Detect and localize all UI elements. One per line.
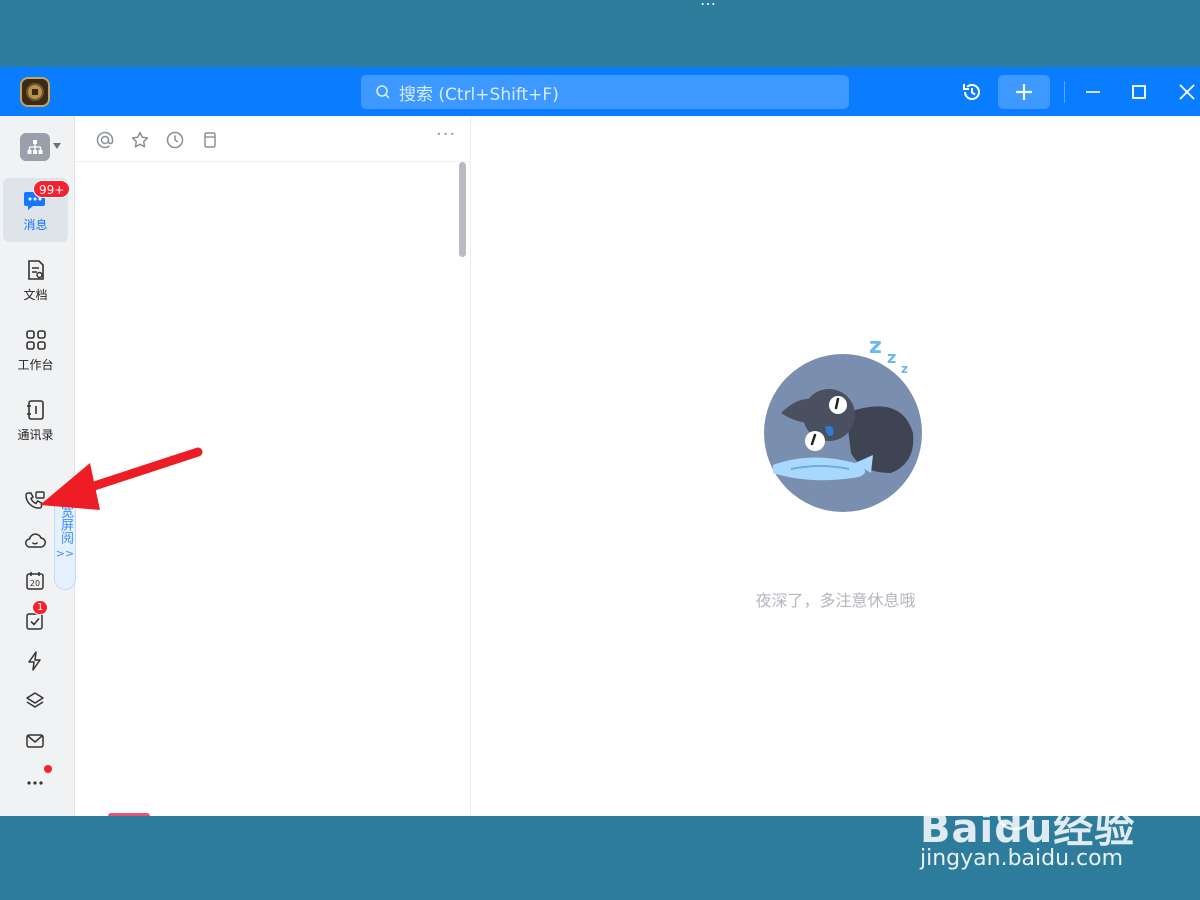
address-book-icon xyxy=(26,399,44,420)
left-sidebar: 消息 99+ 文档 工作台 通讯录 20 1 宽屏阅 >> xyxy=(0,116,76,816)
at-icon[interactable] xyxy=(94,129,116,151)
search-input[interactable]: 搜索 (Ctrl+Shift+F) xyxy=(361,75,849,109)
phone-video-icon[interactable] xyxy=(22,488,48,514)
sidebar-item-label: 通讯录 xyxy=(17,427,54,442)
title-bar: 搜索 (Ctrl+Shift+F) xyxy=(0,67,1200,116)
sidebar-item-workbench[interactable]: 工作台 xyxy=(3,318,68,382)
app-window: 搜索 (Ctrl+Shift+F) 消息 99+ 文档 工作台 通讯录 20 1… xyxy=(0,67,1200,819)
org-chart-icon xyxy=(27,140,43,154)
maximize-icon[interactable] xyxy=(1126,79,1152,105)
wide-tab-text: 宽屏阅 xyxy=(58,505,73,544)
calendar-icon[interactable]: 20 xyxy=(22,568,48,594)
sidebar-item-label: 文档 xyxy=(23,287,48,302)
more-options-button[interactable]: ··· xyxy=(436,124,456,145)
plus-icon xyxy=(1016,84,1032,100)
baidu-watermark: Baidu经验 jingyan.baidu.com xyxy=(920,770,1150,890)
app-logo-icon[interactable] xyxy=(20,77,50,107)
conversation-list-panel: ··· xyxy=(76,116,471,819)
close-icon[interactable] xyxy=(1174,79,1200,105)
sidebar-item-docs[interactable]: 文档 xyxy=(3,248,68,312)
svg-text:z: z xyxy=(887,348,896,367)
bookmark-icon[interactable] xyxy=(199,129,221,151)
list-toolbar: ··· xyxy=(76,116,471,162)
search-placeholder: 搜索 (Ctrl+Shift+F) xyxy=(399,84,559,105)
mail-icon[interactable] xyxy=(22,728,48,754)
titlebar-separator xyxy=(1064,81,1065,103)
widescreen-reading-toggle[interactable]: 宽屏阅 >> xyxy=(54,496,76,590)
main-content: z z z 夜深了，多注意休息哦 xyxy=(471,116,1200,816)
sidebar-item-contacts[interactable]: 通讯录 xyxy=(3,388,68,452)
sidebar-item-messages[interactable]: 消息 99+ xyxy=(3,178,71,242)
history-icon[interactable] xyxy=(959,79,985,105)
empty-state-text: 夜深了，多注意休息哦 xyxy=(755,591,916,610)
desktop-cut-text: … xyxy=(700,0,716,9)
double-chevron-right-icon: >> xyxy=(55,547,75,560)
checkbox-icon[interactable]: 1 xyxy=(22,600,49,634)
watermark-url: jingyan.baidu.com xyxy=(920,846,1124,871)
grid-icon xyxy=(25,329,46,350)
org-switcher[interactable] xyxy=(20,133,50,161)
layers-icon[interactable] xyxy=(22,688,48,714)
svg-text:z: z xyxy=(869,334,882,359)
chevron-down-icon[interactable] xyxy=(53,143,61,149)
clock-icon[interactable] xyxy=(164,129,186,151)
document-icon xyxy=(27,259,44,280)
cloud-icon[interactable] xyxy=(22,528,48,554)
sidebar-item-label: 消息 xyxy=(23,217,48,232)
add-button[interactable] xyxy=(998,75,1050,109)
lightning-icon[interactable] xyxy=(22,648,48,674)
list-scrollbar[interactable] xyxy=(459,162,466,257)
sleeping-bird-illustration: z z z xyxy=(764,334,922,512)
sidebar-item-label: 工作台 xyxy=(17,357,54,372)
star-icon[interactable] xyxy=(129,129,151,151)
desktop-top-strip: … xyxy=(0,0,1200,67)
notification-dot xyxy=(44,765,52,773)
svg-text:z: z xyxy=(901,362,908,376)
more-dots-icon[interactable] xyxy=(22,768,48,794)
minimize-icon[interactable] xyxy=(1080,79,1106,105)
search-icon xyxy=(376,85,390,99)
unread-badge: 99+ xyxy=(33,180,71,198)
calendar-date: 20 xyxy=(30,579,40,588)
